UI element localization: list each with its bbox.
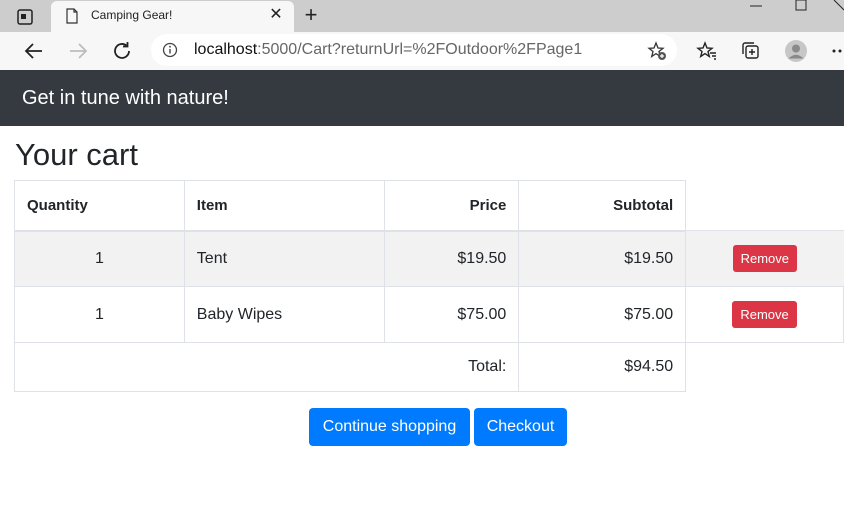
cell-subtotal: $19.50 [518,230,687,287]
total-spacer [686,343,844,392]
continue-shopping-button[interactable]: Continue shopping [309,408,470,446]
tab-strip: Camping Gear! ✕ + [0,0,844,32]
header-item: Item [183,180,386,232]
cell-action: Remove [685,286,844,343]
cell-price: $19.50 [384,230,520,287]
url-text[interactable]: localhost:5000/Cart?returnUrl=%2FOutdoor… [194,41,582,59]
total-row: Total: $94.50 [13,342,844,392]
cell-item: Baby Wipes [183,286,386,343]
page-title: Your cart [15,137,138,172]
remove-button[interactable]: Remove [732,245,798,272]
browser-toolbar: localhost:5000/Cart?returnUrl=%2FOutdoor… [0,32,844,71]
cell-subtotal: $75.00 [518,286,687,343]
favorites-icon[interactable] [695,39,719,63]
header-quantity: Quantity [14,180,185,232]
forward-icon[interactable] [66,39,90,63]
tab-close-icon[interactable]: ✕ [266,5,286,25]
info-icon[interactable] [162,42,178,58]
header-subtotal: Subtotal [518,180,687,232]
tab-title: Camping Gear! [91,8,173,22]
url-path: :5000/Cart?returnUrl=%2FOutdoor%2FPage1 [257,41,583,58]
checkout-button[interactable]: Checkout [474,408,567,446]
back-icon[interactable] [22,39,46,63]
page-icon [66,8,78,24]
cell-action: Remove [685,230,844,287]
browser-tab[interactable]: Camping Gear! ✕ [51,1,294,32]
total-label: Total: [13,342,520,392]
refresh-icon[interactable] [110,39,134,63]
new-tab-icon[interactable]: + [300,4,322,27]
cell-quantity: 1 [14,230,185,287]
cell-quantity: 1 [14,286,185,343]
header-price: Price [384,180,520,232]
maximize-icon[interactable] [794,0,808,12]
total-value: $94.50 [518,342,687,392]
more-options-icon[interactable] [828,39,844,63]
collections-icon[interactable] [739,39,763,63]
url-host: localhost [194,41,258,58]
table-header-row: Quantity Item Price Subtotal [14,180,844,232]
minimize-icon[interactable] [748,0,764,12]
cell-item: Tent [183,230,386,287]
site-banner: Get in tune with nature! [0,70,844,126]
cart-table: Quantity Item Price Subtotal 1 Tent $19.… [13,180,844,392]
cell-price: $75.00 [384,286,520,343]
address-bar[interactable]: localhost:5000/Cart?returnUrl=%2FOutdoor… [151,34,677,66]
table-row: 1 Tent $19.50 $19.50 Remove [14,230,844,287]
remove-button[interactable]: Remove [732,301,797,328]
table-row: 1 Baby Wipes $75.00 $75.00 Remove [14,286,844,343]
profile-avatar-icon[interactable] [784,39,808,63]
add-favorite-icon[interactable] [647,41,667,61]
banner-text: Get in tune with nature! [22,87,229,109]
window-close-icon[interactable] [832,0,844,12]
header-action [686,181,844,231]
tab-actions-icon[interactable] [12,7,38,27]
